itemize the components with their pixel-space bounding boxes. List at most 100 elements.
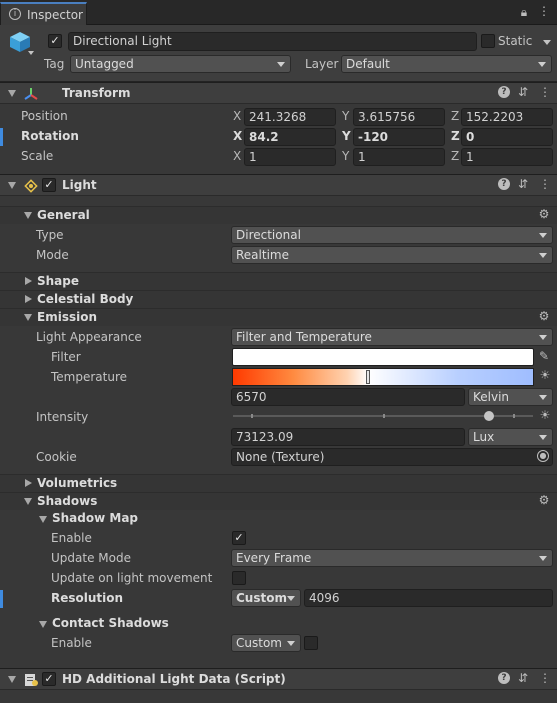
light-header[interactable]: ✓ Light ? ⇵ ⋮ — [0, 174, 557, 196]
volumetrics-foldout-arrow[interactable] — [25, 479, 32, 487]
intensity-tick — [251, 414, 253, 418]
shape-title: Shape — [37, 274, 80, 288]
layer-label: Layer — [305, 57, 339, 71]
layer-dropdown[interactable]: Default — [341, 55, 552, 73]
intensity-slider-track[interactable] — [233, 411, 533, 421]
object-picker-icon[interactable]: ● — [537, 450, 549, 462]
volumetrics-section-header[interactable]: Volumetrics — [0, 474, 557, 492]
temperature-value-field[interactable]: 6570 — [231, 388, 465, 406]
hd-additional-header[interactable]: ✓ HD Additional Light Data (Script) ? ⇵ … — [0, 668, 557, 690]
temperature-unit-dropdown[interactable]: Kelvin — [468, 388, 553, 406]
eyedropper-icon[interactable]: ✎ — [538, 349, 550, 363]
sun-icon: ☀ — [539, 368, 551, 382]
tab-bar: i Inspector 🔒︎ ⋮ — [0, 0, 557, 25]
resolution-mode-dropdown[interactable]: Custom — [231, 589, 301, 607]
position-z-field[interactable]: 152.2203 — [461, 108, 553, 126]
resolution-value-field[interactable]: 4096 — [304, 589, 553, 607]
scale-z-field[interactable]: 1 — [461, 148, 553, 166]
scale-x-field[interactable]: 1 — [244, 148, 336, 166]
tab-menu-icon[interactable]: ⋮ — [538, 4, 550, 18]
gameobject-name-field[interactable]: Directional Light — [68, 32, 477, 51]
rotation-z-field[interactable]: 0 — [461, 128, 553, 146]
contact-enable-mode-dropdown[interactable]: Custom — [231, 634, 301, 652]
shape-foldout-arrow[interactable] — [25, 277, 32, 285]
tab-inspector[interactable]: i Inspector — [0, 2, 87, 25]
temperature-label: Temperature — [51, 370, 128, 384]
component-menu-icon[interactable]: ⋮ — [539, 177, 551, 191]
update-on-movement-checkbox[interactable] — [232, 571, 246, 585]
intensity-unit-value: Lux — [473, 430, 495, 444]
rotation-y-field[interactable]: -120 — [353, 128, 445, 146]
update-mode-label: Update Mode — [51, 551, 131, 565]
shadows-foldout-arrow[interactable] — [24, 498, 32, 505]
position-x-field[interactable]: 241.3268 — [244, 108, 336, 126]
intensity-value-field[interactable]: 73123.09 — [231, 428, 465, 446]
emission-title: Emission — [37, 310, 97, 324]
celestial-section-header[interactable]: Celestial Body — [0, 290, 557, 308]
help-icon[interactable]: ? — [498, 672, 510, 684]
static-dropdown-caret[interactable] — [543, 40, 551, 45]
scale-z-axis-label: Z — [451, 149, 460, 163]
layer-value: Default — [346, 57, 390, 71]
section-settings-icon[interactable]: ⚙ — [537, 493, 551, 507]
general-foldout-arrow[interactable] — [24, 212, 32, 219]
light-foldout-arrow[interactable] — [8, 182, 16, 189]
rotation-x-axis-label: X — [233, 129, 243, 143]
shape-section-header[interactable]: Shape — [0, 272, 557, 290]
type-value: Directional — [236, 228, 301, 242]
section-settings-icon[interactable]: ⚙ — [537, 207, 551, 221]
hd-additional-foldout-arrow[interactable] — [8, 676, 16, 683]
presets-icon[interactable]: ⇵ — [517, 85, 529, 99]
intensity-unit-dropdown[interactable]: Lux — [468, 428, 553, 446]
presets-icon[interactable]: ⇵ — [517, 177, 529, 191]
type-label: Type — [36, 228, 64, 242]
cookie-label: Cookie — [36, 450, 77, 464]
light-appearance-dropdown[interactable]: Filter and Temperature — [231, 328, 553, 346]
transform-foldout-arrow[interactable] — [8, 90, 16, 97]
celestial-foldout-arrow[interactable] — [25, 295, 32, 303]
tag-dropdown[interactable]: Untagged — [70, 55, 291, 73]
temperature-slider-thumb[interactable] — [366, 370, 370, 384]
temperature-gradient-slider[interactable] — [232, 368, 534, 386]
static-checkbox[interactable] — [481, 34, 495, 48]
general-title: General — [37, 208, 90, 222]
update-mode-dropdown[interactable]: Every Frame — [231, 549, 553, 567]
shadows-section-header[interactable]: Shadows ⚙ — [0, 492, 557, 510]
static-label: Static — [498, 34, 533, 48]
position-y-field[interactable]: 3.615756 — [353, 108, 445, 126]
presets-icon[interactable]: ⇵ — [517, 671, 529, 685]
emission-foldout-arrow[interactable] — [24, 314, 32, 321]
rotation-label: Rotation — [21, 129, 79, 143]
intensity-slider-thumb[interactable] — [484, 411, 494, 421]
component-menu-icon[interactable]: ⋮ — [539, 85, 551, 99]
hd-additional-title: HD Additional Light Data (Script) — [62, 672, 286, 686]
cookie-object-field[interactable]: None (Texture) — [231, 448, 553, 466]
scale-label: Scale — [21, 149, 54, 163]
shadow-map-foldout-arrow[interactable] — [39, 516, 47, 523]
general-section-header[interactable]: General ⚙ — [0, 206, 557, 224]
help-icon[interactable]: ? — [498, 178, 510, 190]
contact-shadows-foldout-arrow[interactable] — [39, 621, 47, 628]
help-icon[interactable]: ? — [498, 86, 510, 98]
gameobject-active-checkbox[interactable]: ✓ — [48, 34, 62, 48]
transform-header[interactable]: Transform ? ⇵ ⋮ — [0, 82, 557, 104]
lock-icon[interactable]: 🔒︎ — [518, 5, 530, 19]
position-z-axis-label: Z — [451, 109, 460, 123]
shadow-enable-label: Enable — [51, 531, 92, 545]
rotation-x-field[interactable]: 84.2 — [244, 128, 336, 146]
icon-dropdown-caret[interactable] — [28, 51, 34, 55]
contact-enable-checkbox[interactable] — [304, 636, 318, 650]
mode-dropdown[interactable]: Realtime — [231, 246, 553, 264]
position-y-axis-label: Y — [342, 109, 350, 123]
intensity-tick — [383, 414, 385, 418]
component-menu-icon[interactable]: ⋮ — [539, 671, 551, 685]
section-settings-icon[interactable]: ⚙ — [537, 309, 551, 323]
filter-color-field[interactable] — [232, 348, 534, 366]
scale-y-field[interactable]: 1 — [353, 148, 445, 166]
light-enabled-checkbox[interactable]: ✓ — [42, 178, 56, 192]
hd-additional-enabled-checkbox[interactable]: ✓ — [42, 672, 56, 686]
shadow-enable-checkbox[interactable]: ✓ — [232, 531, 246, 545]
contact-enable-mode-value: Custom — [236, 636, 282, 650]
type-dropdown[interactable]: Directional — [231, 226, 553, 244]
emission-section-header[interactable]: Emission ⚙ — [0, 308, 557, 326]
